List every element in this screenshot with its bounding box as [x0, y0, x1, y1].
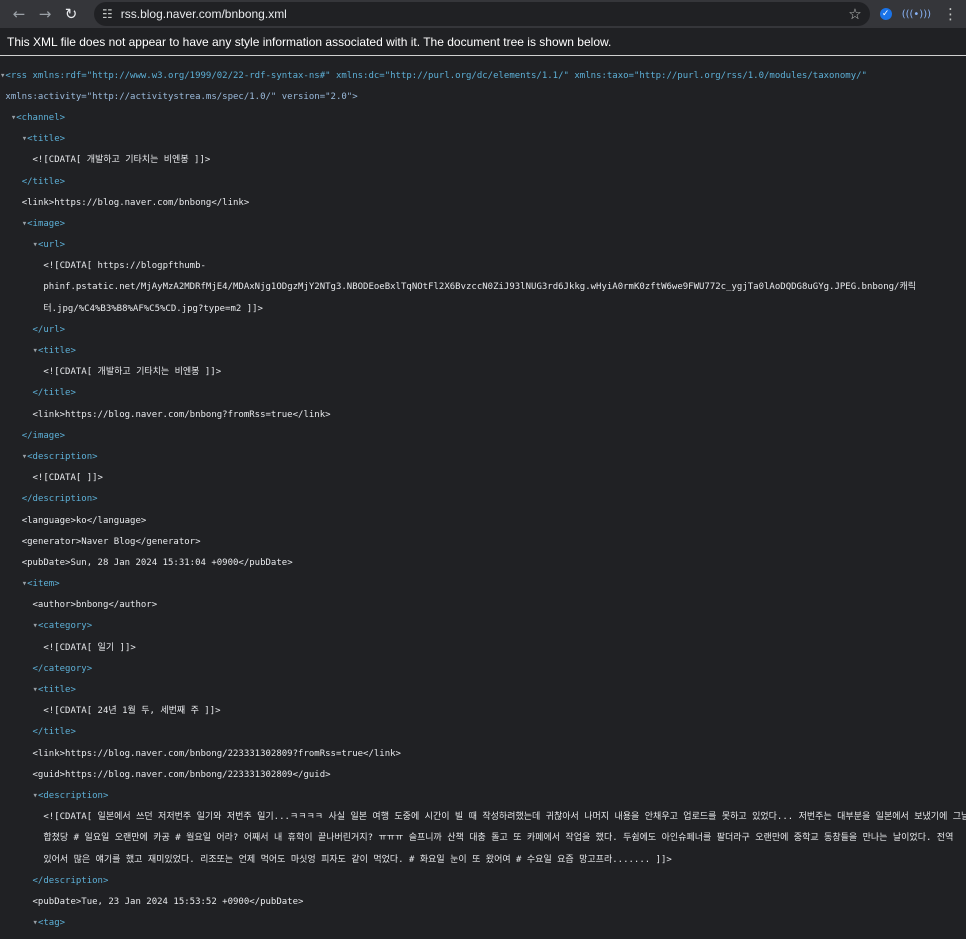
- image-open-line[interactable]: ▾<image>: [0, 219, 966, 230]
- title-cdata: <![CDATA[ 개발하고 기타치는 비엔봉 ]]>: [32, 155, 211, 166]
- url-cdata-3: 터.jpg/%C4%B3%B8%AF%C5%CD.jpg?type=m2 ]]>: [43, 303, 263, 314]
- url-close: </url>: [32, 324, 66, 335]
- generator-line: <generator>Naver Blog</generator>: [21, 536, 201, 547]
- url-cdata-2: phinf.pstatic.net/MjAyMzA2MDRfMjE4/MDAxN…: [43, 282, 917, 293]
- back-icon[interactable]: ←: [8, 3, 30, 25]
- menu-icon[interactable]: ⋮: [943, 5, 958, 23]
- item-desc-3: 있어서 많은 얘기를 했고 재미있었다. 리조또는 언제 먹어도 마싯엉 피자도…: [43, 854, 672, 865]
- pubdate-line: <pubDate>Sun, 28 Jan 2024 15:31:04 +0900…: [21, 557, 293, 568]
- browser-toolbar: ← → ↻ ☷ rss.blog.naver.com/bnbong.xml ☆ …: [0, 0, 966, 28]
- image-title-close: </title>: [32, 388, 76, 399]
- item-title-close: </title>: [32, 727, 76, 738]
- rss-open-line[interactable]: ▾<rss xmlns:rdf="http://www.w3.org/1999/…: [0, 71, 966, 82]
- item-open-line[interactable]: ▾<item>: [0, 579, 966, 590]
- channel-open-line[interactable]: ▾<channel>: [0, 113, 966, 124]
- title-close: </title>: [21, 176, 66, 187]
- item-title-cdata: <![CDATA[ 24년 1월 두, 세번째 주 ]]>: [43, 706, 221, 717]
- item-link: <link>https://blog.naver.com/bnbong/2233…: [32, 748, 401, 759]
- description-open-line[interactable]: ▾<description>: [0, 452, 966, 463]
- url-open-line[interactable]: ▾<url>: [0, 240, 966, 251]
- rss-tag: <rss xmlns:rdf="http://www.w3.org/1999/0…: [5, 70, 867, 81]
- extension-icon[interactable]: ✓: [879, 8, 892, 20]
- image-close: </image>: [21, 430, 66, 441]
- reload-icon[interactable]: ↻: [60, 3, 82, 25]
- author-line: <author>bnbong</author>: [32, 600, 158, 611]
- xml-notice: This XML file does not appear to have an…: [0, 28, 966, 56]
- category-cdata: <![CDATA[ 일기 ]]>: [43, 642, 136, 653]
- item-desc-2: 합쳤당 # 일요일 오랜만에 카공 # 월요일 어라? 어째서 내 휴학이 끝나…: [43, 833, 954, 844]
- category-open-line[interactable]: ▾<category>: [0, 621, 966, 632]
- extension-icon[interactable]: (((•))): [902, 9, 931, 20]
- site-info-icon[interactable]: ☷: [102, 7, 113, 21]
- item-guid: <guid>https://blog.naver.com/bnbong/2233…: [32, 769, 331, 780]
- address-text[interactable]: rss.blog.naver.com/bnbong.xml: [121, 7, 287, 21]
- rss-open-line-2: xmlns:activity="http://activitystrea.ms/…: [5, 91, 358, 102]
- item-title-open-line[interactable]: ▾<title>: [0, 685, 966, 696]
- image-title-open-line[interactable]: ▾<title>: [0, 346, 966, 357]
- item-desc-open-line[interactable]: ▾<description>: [0, 791, 966, 802]
- description-cdata: <![CDATA[ ]]>: [32, 473, 103, 484]
- image-link: <link>https://blog.naver.com/bnbong?from…: [32, 409, 331, 420]
- item-desc-1: <![CDATA[ 일본에서 쓰던 저저번주 일기와 저번주 일기...ㅋㅋㅋㅋ…: [43, 812, 966, 823]
- star-icon[interactable]: ☆: [848, 5, 861, 23]
- forward-icon[interactable]: →: [34, 3, 56, 25]
- address-bar[interactable]: ☷ rss.blog.naver.com/bnbong.xml ☆: [94, 2, 870, 26]
- url-cdata-1: <![CDATA[ https://blogpfthumb-: [43, 261, 206, 272]
- title-open-line[interactable]: ▾<title>: [0, 134, 966, 145]
- description-close: </description>: [21, 494, 98, 505]
- language-line: <language>ko</language>: [21, 515, 147, 526]
- category-close: </category>: [32, 663, 93, 674]
- tag-open-line[interactable]: ▾<tag>: [0, 918, 966, 929]
- item-pubdate: <pubDate>Tue, 23 Jan 2024 15:53:52 +0900…: [32, 896, 304, 907]
- item-desc-close: </description>: [32, 875, 109, 886]
- xml-tree: ▾<rss xmlns:rdf="http://www.w3.org/1999/…: [0, 56, 966, 939]
- link-line: <link>https://blog.naver.com/bnbong</lin…: [21, 197, 250, 208]
- image-title-cdata: <![CDATA[ 개발하고 기타치는 비엔봉 ]]>: [43, 367, 222, 378]
